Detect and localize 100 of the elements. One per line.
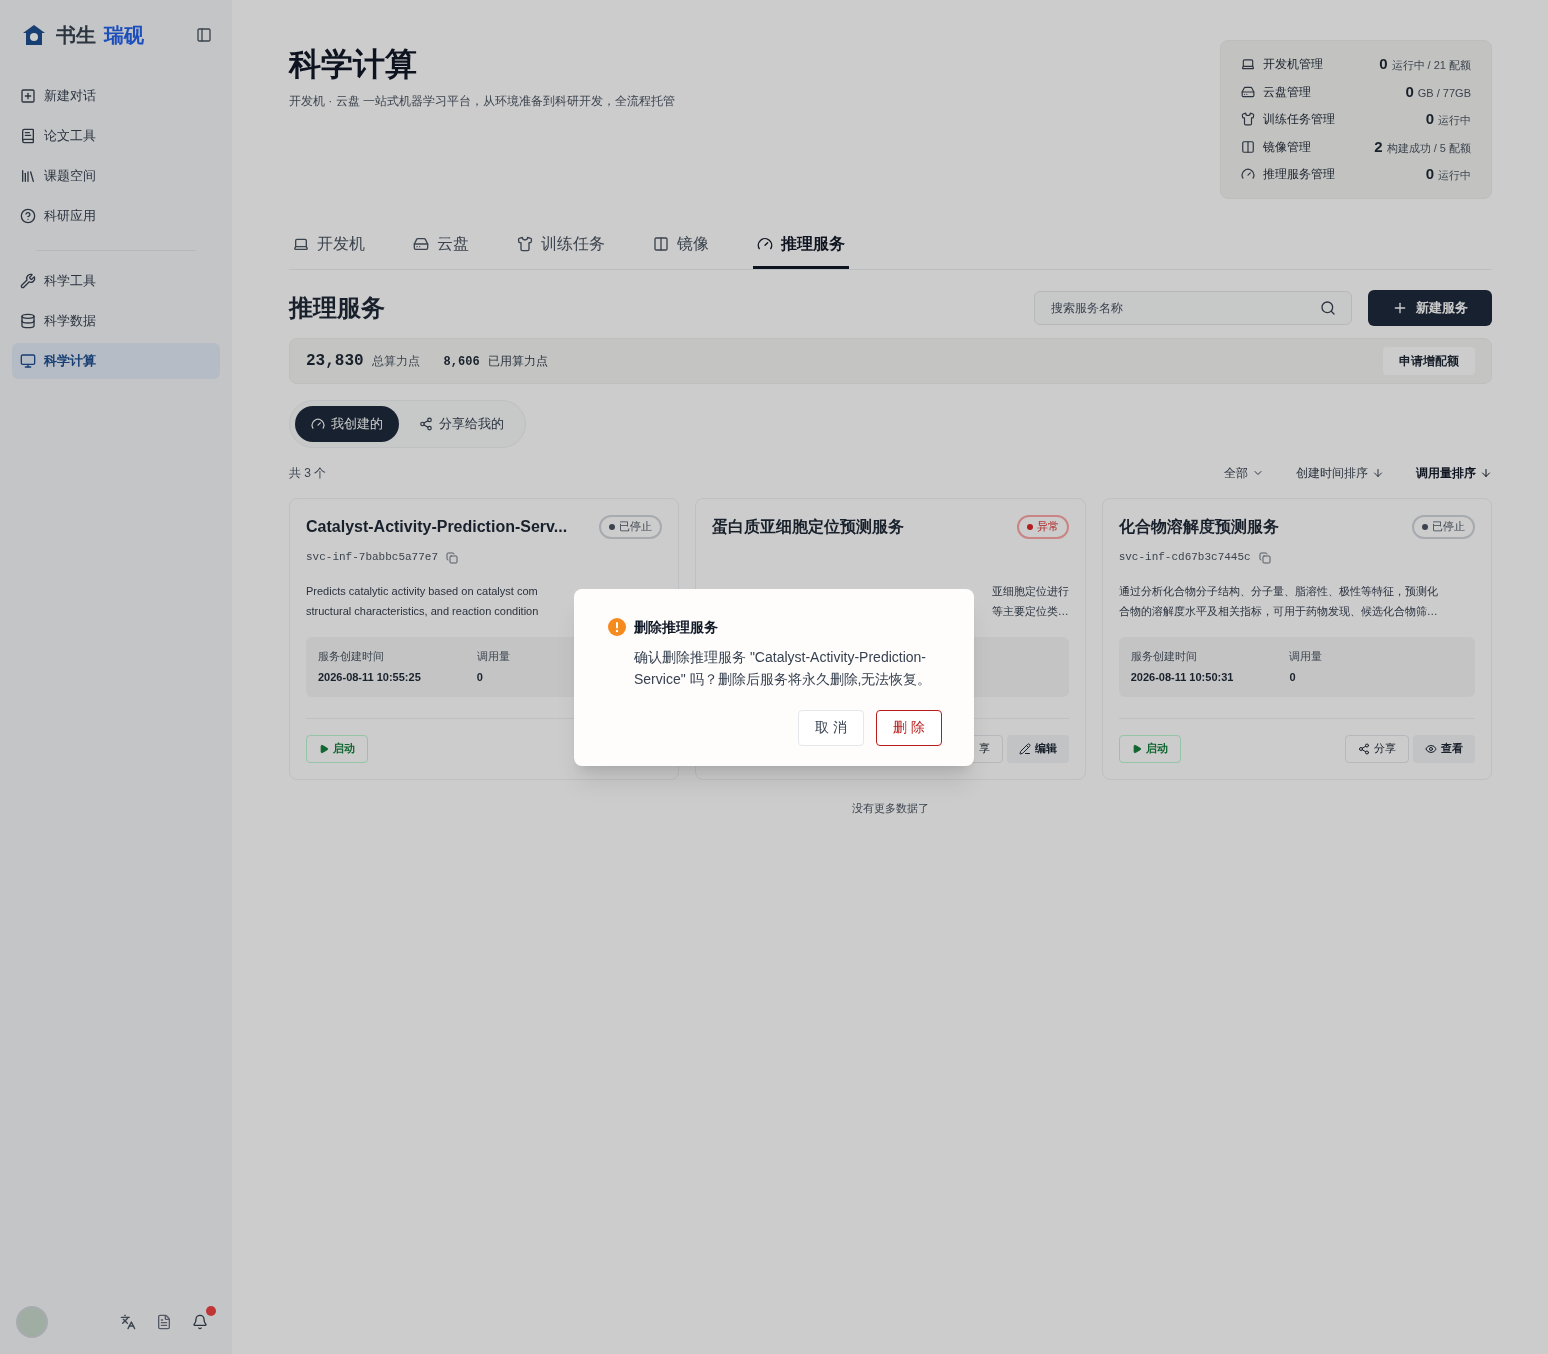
card-action-button[interactable]: 编辑 (1006, 734, 1069, 763)
columns-icon (1241, 139, 1255, 154)
tab-label: 镜像 (677, 234, 709, 254)
created-label: 服务创建时间 (1130, 649, 1198, 664)
new-service-button[interactable]: 新建服务 (1368, 289, 1492, 326)
dialog-message: 确认删除推理服务 "Catalyst-Activity-Prediction-Service" 吗？删除后服务将永久删除,无法恢复。 (634, 647, 933, 689)
start-button[interactable]: 启动 (306, 734, 368, 763)
stat-label: 开发机管理 (1263, 56, 1323, 74)
service-id: svc-inf-cd67b3c7445c (1118, 550, 1251, 566)
gauge-icon (757, 236, 773, 252)
sidebar-item-label: 论文工具 (44, 127, 96, 146)
sidebar-item[interactable]: 科学工具 (12, 263, 220, 299)
stat-unit: 运行中 (1438, 168, 1471, 183)
created-time: 2026-08-11 10:55:25 (318, 669, 421, 685)
sidebar-item[interactable]: 科学计算 (12, 343, 220, 379)
wrench-icon (20, 273, 36, 289)
stat-value: 0 (1379, 54, 1388, 74)
service-description: structural characteristics, and reaction condition (306, 603, 539, 619)
help-icon (20, 208, 36, 224)
end-of-list-text: 没有更多数据了 (851, 800, 930, 816)
brand-accent: 瑞砚 (104, 23, 144, 48)
stat-value: 2 (1374, 136, 1383, 157)
calls-label: 调用量 (476, 649, 510, 664)
search-icon[interactable] (1320, 299, 1336, 316)
tab[interactable]: 开发机 (289, 222, 369, 269)
calls-label: 调用量 (1289, 649, 1323, 664)
stat-label: 镜像管理 (1263, 138, 1311, 156)
share-icon (1358, 742, 1370, 755)
warning-icon (608, 618, 626, 636)
copy-icon[interactable] (446, 551, 459, 564)
sidebar-item-label: 新建对话 (44, 87, 96, 106)
sidebar-item-label: 课题空间 (44, 167, 96, 186)
sidebar-item-label: 科学数据 (44, 312, 96, 331)
status-badge: 异常 (1016, 514, 1069, 539)
arrow-down-icon (1480, 466, 1492, 479)
sidebar-item[interactable]: 科学数据 (12, 303, 220, 339)
stat-unit: GB / 77GB (1417, 85, 1471, 101)
stat-unit: 运行中 (1438, 113, 1471, 128)
service-description: 合物的溶解度水平及相关指标，可用于药物发现、候选化合物筛… (1118, 603, 1438, 619)
service-id: svc-inf-7babbc5a77e7 (306, 550, 439, 566)
sidebar-item-label: 科学计算 (44, 352, 96, 371)
tab-label: 云盘 (437, 234, 469, 254)
used-points-label: 已用算力点 (487, 352, 548, 370)
stat-value: 0 (1425, 164, 1434, 184)
stat-value: 0 (1425, 109, 1434, 129)
tab[interactable]: 推理服务 (753, 222, 849, 269)
shirt-icon (1241, 112, 1255, 127)
play-icon (319, 743, 329, 754)
pencil-icon (1018, 742, 1031, 755)
gauge-icon (311, 416, 325, 431)
language-icon[interactable] (120, 1314, 136, 1330)
notification-icon[interactable] (192, 1314, 208, 1330)
tab[interactable]: 训练任务 (513, 222, 609, 269)
copy-icon[interactable] (1258, 551, 1271, 564)
sidebar-item-label: 科研应用 (44, 207, 96, 226)
total-points-label: 总算力点 (371, 352, 420, 370)
arrow-down-icon (1372, 466, 1384, 479)
database-icon (20, 313, 36, 329)
tab-label: 训练任务 (541, 234, 605, 254)
start-button[interactable]: 启动 (1118, 734, 1181, 763)
used-points: 8,606 (443, 353, 480, 371)
delete-button[interactable]: 删 除 (876, 709, 942, 746)
document-icon[interactable] (156, 1314, 172, 1330)
sidebar-item[interactable]: 科研应用 (12, 198, 220, 234)
gauge-icon (1241, 167, 1255, 182)
page-subtitle: 开发机 · 云盘 一站式机器学习平台，从环境准备到科研开发，全流程托管 (289, 93, 675, 110)
sidebar-item-label: 科学工具 (44, 272, 96, 291)
stat-label: 云盘管理 (1263, 83, 1311, 101)
dialog-title: 删除推理服务 (634, 617, 718, 637)
sidebar-item[interactable]: 新建对话 (12, 78, 220, 114)
sort-button[interactable]: 调用量排序 (1416, 463, 1492, 482)
section-title: 推理服务 (289, 293, 385, 323)
share-icon (419, 416, 433, 431)
tab[interactable]: 云盘 (409, 222, 473, 269)
created-time: 2026-08-11 10:50:31 (1130, 669, 1234, 685)
filter-dropdown[interactable]: 全部 (1224, 463, 1264, 482)
play-icon (1131, 743, 1142, 754)
calls-value: 0 (1289, 669, 1297, 685)
apply-quota-button[interactable]: 申请增配额 (1383, 346, 1475, 375)
card-action-button[interactable]: 分享 (1345, 734, 1409, 763)
stat-label: 推理服务管理 (1263, 166, 1335, 184)
stat-unit: 运行中 / 21 配额 (1391, 58, 1471, 73)
search-field[interactable]: 搜索服务名称 (1034, 290, 1352, 325)
library-icon (20, 168, 36, 184)
tab[interactable]: 镜像 (649, 222, 713, 269)
segment-tab[interactable]: 分享给我的 (403, 405, 520, 442)
laptop-icon (1241, 57, 1255, 72)
laptop-icon (293, 236, 309, 252)
service-description: 等主要定位类… (991, 603, 1069, 619)
status-badge: 已停止 (1412, 514, 1475, 539)
segment-tab[interactable]: 我创建的 (295, 405, 399, 442)
monitor-icon (20, 353, 36, 369)
cancel-button[interactable]: 取 消 (798, 709, 865, 746)
tab-label: 开发机 (317, 234, 365, 254)
sidebar-item[interactable]: 课题空间 (12, 158, 220, 194)
sidebar-toggle-icon[interactable] (196, 27, 212, 43)
sort-button[interactable]: 创建时间排序 (1296, 463, 1384, 482)
card-action-button[interactable]: 查看 (1413, 734, 1475, 763)
service-name: 化合物溶解度预测服务 (1118, 516, 1279, 537)
sidebar-item[interactable]: 论文工具 (12, 118, 220, 154)
